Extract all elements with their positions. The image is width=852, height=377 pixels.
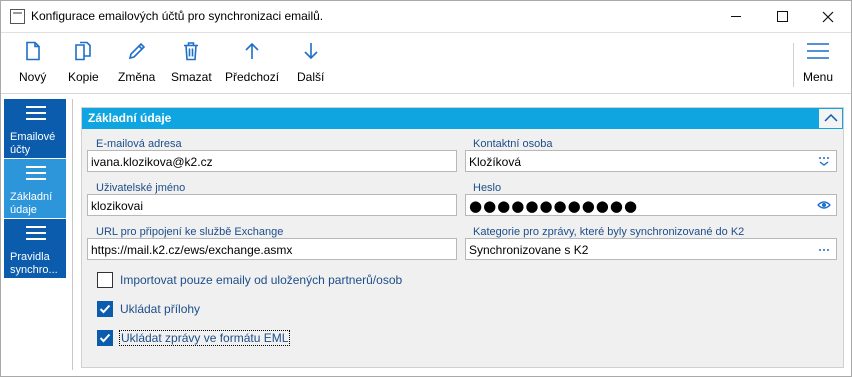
nav-item-label: Pravidla synchro...	[10, 251, 58, 276]
hamburger-icon	[807, 43, 830, 59]
save-eml-label: Ukládat zprávy ve formátu EML	[118, 330, 291, 346]
new-button-label: Nový	[19, 70, 47, 84]
delete-button[interactable]: Smazat	[171, 41, 212, 91]
url-field[interactable]: https://mail.k2.cz/ews/exchange.asmx	[87, 238, 457, 260]
app-window: Konfigurace emailových účtů pro synchron…	[0, 0, 852, 377]
menu-button-label: Menu	[803, 70, 834, 84]
section-title: Základní údaje	[88, 111, 172, 125]
url-value: https://mail.k2.cz/ews/exchange.asmx	[91, 243, 293, 257]
maximize-button[interactable]	[759, 1, 805, 32]
nav-item-sync-rules[interactable]: Pravidla synchro...	[4, 219, 66, 279]
import-partners-checkbox[interactable]	[97, 272, 113, 288]
show-password-eye-icon[interactable]	[817, 199, 831, 211]
chevron-up-icon	[824, 113, 838, 122]
username-label: Uživatelské jméno	[96, 182, 186, 194]
close-button[interactable]	[805, 1, 851, 32]
copy-icon	[75, 41, 92, 61]
category-field[interactable]: Synchronizovane s K2	[465, 238, 837, 260]
minimize-button[interactable]	[713, 1, 759, 32]
password-label: Heslo	[473, 182, 502, 194]
nav-item-basic-info[interactable]: Základní údaje	[4, 159, 66, 219]
toolbar: Nový Kopie Změna Smazat Předchozí Další …	[1, 32, 851, 94]
password-field[interactable]: ●●●●●●●●●●●●	[465, 194, 837, 216]
copy-button[interactable]: Kopie	[68, 41, 99, 91]
save-attachments-checkbox[interactable]	[97, 301, 113, 317]
side-nav: Emailové účty Základní údaje Pravidla sy…	[4, 99, 66, 284]
contact-label: Kontaktní osoba	[473, 138, 553, 150]
import-partners-checkbox-row[interactable]: Importovat pouze emaily od uložených par…	[97, 271, 402, 289]
next-button[interactable]: Další	[297, 41, 324, 91]
list-icon	[26, 226, 46, 240]
nav-item-email-accounts[interactable]: Emailové účty	[4, 99, 66, 159]
url-label: URL pro připojení ke službě Exchange	[96, 226, 284, 238]
close-icon	[822, 11, 834, 22]
save-attachments-checkbox-row[interactable]: Ukládat přílohy	[97, 300, 200, 318]
window-title: Konfigurace emailových účtů pro synchron…	[31, 9, 324, 23]
password-value: ●●●●●●●●●●●●	[469, 197, 639, 215]
edit-button[interactable]: Změna	[118, 41, 155, 91]
collapse-button[interactable]	[818, 108, 843, 129]
basic-info-section: Základní údaje E-mailová adresa ivana.kl…	[81, 107, 844, 368]
email-label: E-mailová adresa	[96, 138, 182, 150]
new-document-icon	[25, 41, 40, 61]
checkmark-icon	[99, 304, 111, 314]
save-eml-checkbox-row[interactable]: Ukládat zprávy ve formátu EML	[97, 329, 291, 347]
save-eml-checkbox[interactable]	[97, 330, 113, 346]
username-field[interactable]: klozikovai	[87, 194, 457, 216]
category-label: Kategorie pro zprávy, které byly synchro…	[473, 226, 745, 238]
next-button-label: Další	[297, 70, 325, 84]
contact-value: Kložíková	[469, 155, 522, 169]
section-header: Základní údaje	[82, 108, 843, 129]
delete-button-label: Smazat	[171, 70, 212, 84]
nav-item-label: Emailové účty	[10, 131, 56, 156]
arrow-up-icon	[245, 42, 259, 59]
list-icon	[26, 106, 46, 120]
toolbar-divider	[793, 43, 794, 87]
email-value: ivana.klozikova@k2.cz	[91, 155, 213, 169]
nav-item-label: Základní údaje	[10, 191, 53, 216]
checkmark-icon	[99, 333, 111, 343]
new-button[interactable]: Nový	[19, 41, 46, 91]
contact-field[interactable]: Kložíková	[465, 150, 837, 172]
main-panel: Základní údaje E-mailová adresa ivana.kl…	[72, 99, 850, 370]
ellipsis-icon[interactable]	[817, 243, 831, 255]
copy-button-label: Kopie	[68, 70, 99, 84]
contact-lookup-icon[interactable]	[817, 155, 831, 167]
app-icon	[10, 9, 25, 24]
category-value: Synchronizovane s K2	[469, 243, 589, 257]
username-value: klozikovai	[91, 199, 144, 213]
save-attachments-label: Ukládat přílohy	[120, 302, 201, 316]
list-icon	[26, 166, 46, 180]
email-field[interactable]: ivana.klozikova@k2.cz	[87, 150, 457, 172]
title-bar: Konfigurace emailových účtů pro synchron…	[1, 1, 851, 32]
menu-button[interactable]: Menu	[803, 41, 833, 91]
previous-button[interactable]: Předchozí	[225, 41, 279, 91]
previous-button-label: Předchozí	[225, 70, 280, 84]
import-partners-label: Importovat pouze emaily od uložených par…	[120, 273, 403, 287]
trash-icon	[184, 42, 199, 61]
pencil-icon	[128, 42, 145, 60]
edit-button-label: Změna	[118, 70, 156, 84]
arrow-down-icon	[304, 43, 318, 60]
